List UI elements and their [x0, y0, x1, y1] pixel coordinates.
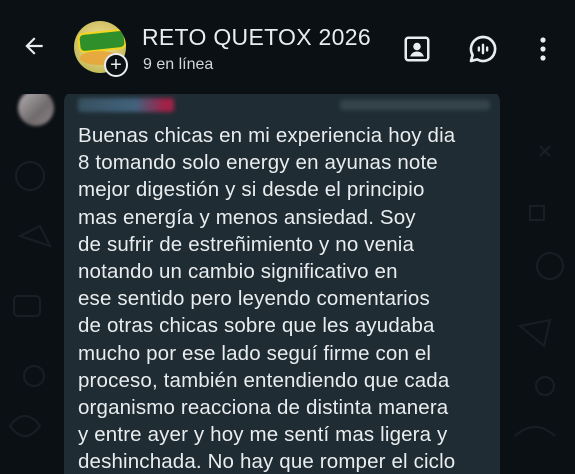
chat-header: + RETO QUETOX 2026 9 en línea — [0, 0, 575, 94]
sender-name-redacted — [78, 98, 174, 112]
sender-phone-redacted — [340, 100, 490, 110]
online-count: 9 en línea — [143, 56, 214, 73]
voice-chat-icon — [469, 35, 497, 63]
message-text: Buenas chicas en mi experiencia hoy dia … — [78, 124, 456, 474]
group-avatar-button[interactable]: + — [74, 21, 130, 77]
chat-area[interactable]: Buenas chicas en mi experiencia hoy dia … — [0, 86, 575, 474]
more-options-button[interactable] — [528, 32, 558, 66]
more-vert-icon — [540, 37, 546, 61]
voice-chat-button[interactable] — [466, 32, 500, 66]
arrow-left-icon — [25, 37, 43, 55]
sender-avatar[interactable] — [18, 90, 54, 126]
group-title[interactable]: RETO QUETOX 2026 — [142, 24, 371, 51]
group-logo-image — [77, 28, 126, 54]
contact-card-icon — [404, 36, 430, 62]
back-button[interactable] — [18, 30, 50, 62]
plus-icon: + — [104, 53, 128, 77]
contacts-button[interactable] — [400, 32, 434, 66]
